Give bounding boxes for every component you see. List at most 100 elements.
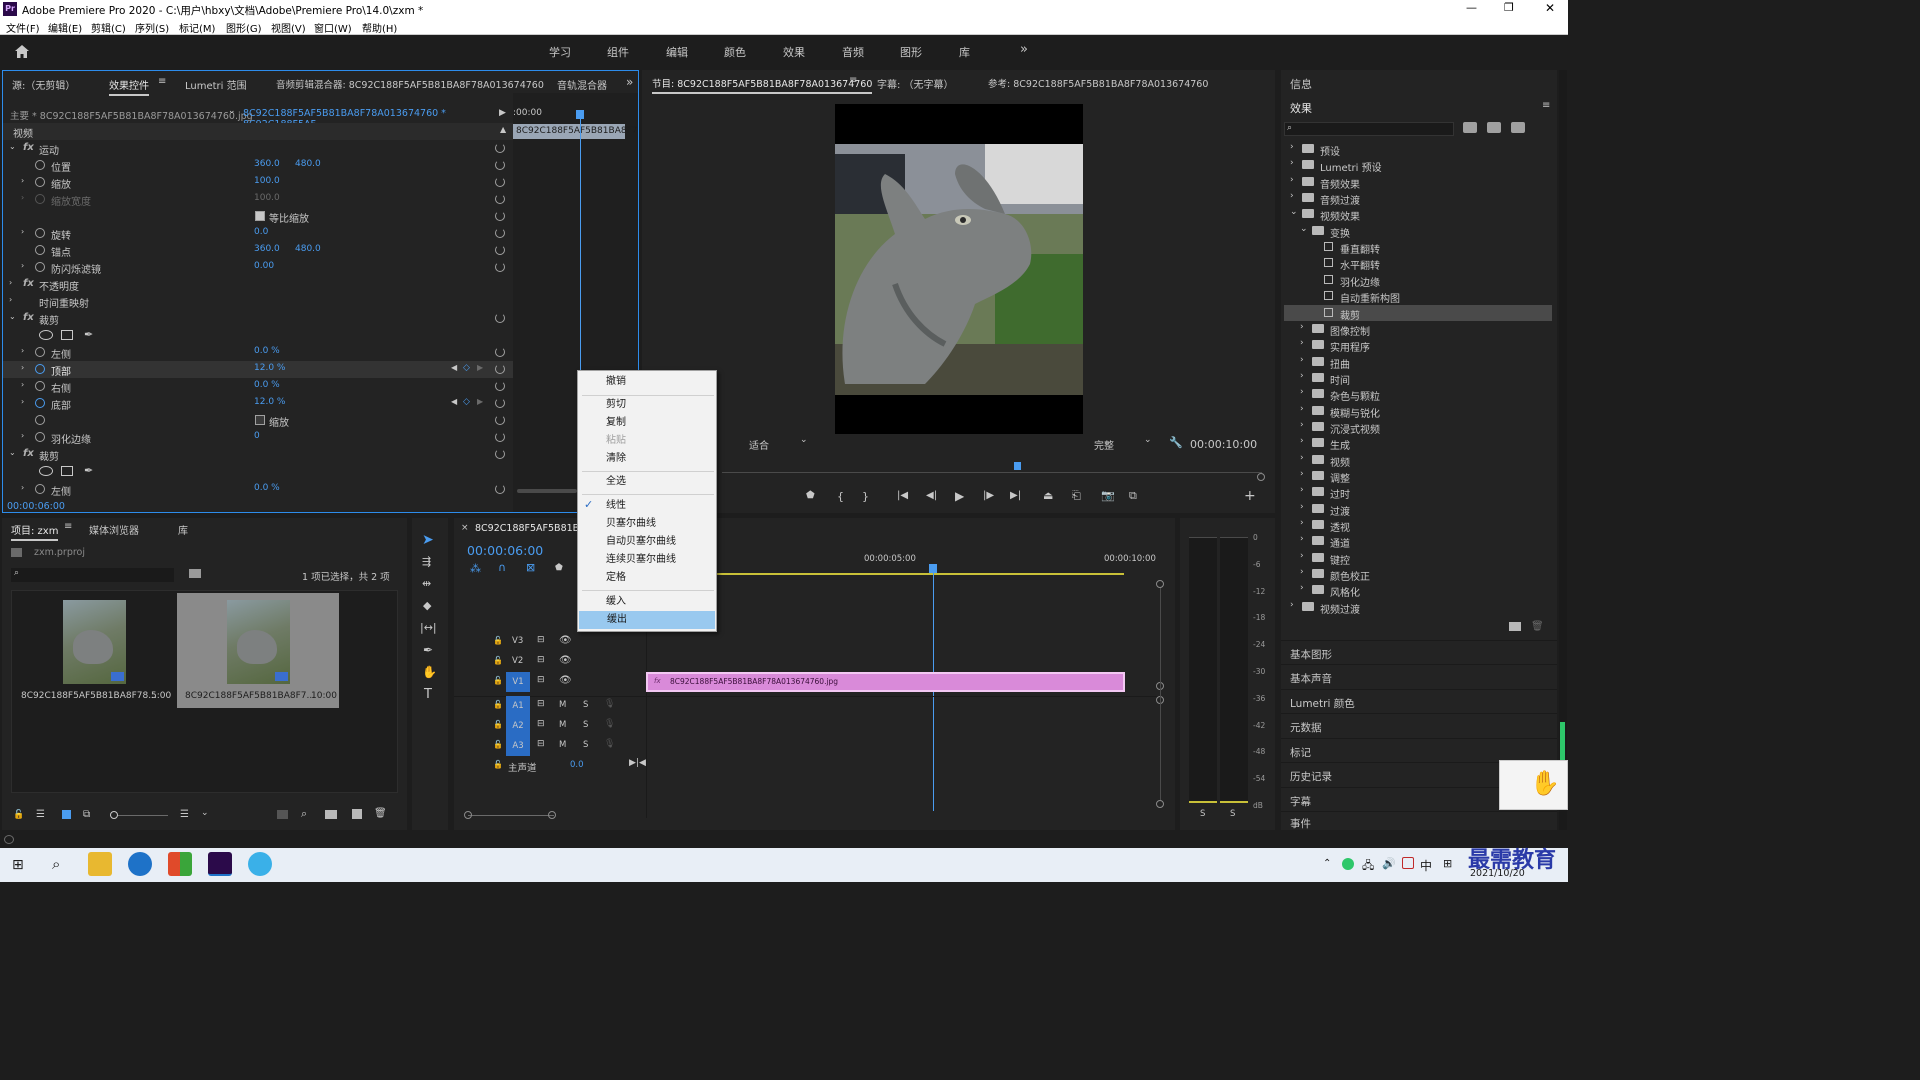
tab-libraries[interactable]: 库 <box>178 522 188 537</box>
flicker-row[interactable]: › 防闪烁滤镜 0.00 <box>3 259 513 276</box>
ime-indicator[interactable]: 中 <box>1420 857 1432 874</box>
workspace-effects[interactable]: 效果 <box>783 44 805 60</box>
rotation-row[interactable]: › 旋转 0.0 <box>3 225 513 242</box>
solo-button[interactable]: S <box>583 740 588 750</box>
position-y-value[interactable]: 480.0 <box>295 159 321 169</box>
crop2-left-row[interactable]: › 左侧 0.0 % <box>3 481 513 498</box>
tab-effect-controls[interactable]: 效果控件 <box>109 77 149 96</box>
32bit-effects-icon[interactable] <box>1487 122 1501 133</box>
chevron-right-icon[interactable]: › <box>1300 583 1304 593</box>
stopwatch-icon[interactable] <box>35 160 45 170</box>
ruler-end-handle[interactable] <box>1257 473 1265 481</box>
extract-icon[interactable]: ⎗ <box>1072 489 1081 503</box>
chevron-right-icon[interactable]: › <box>9 295 12 304</box>
menu-item-undo[interactable]: 撤销 <box>578 373 718 391</box>
ec-clip-bar[interactable]: 8C92C188F5AF5B81BA8F7 <box>513 124 637 139</box>
menu-help[interactable]: 帮助(H) <box>362 20 397 35</box>
time-remap-row[interactable]: › 时间重映射 <box>3 293 513 310</box>
windows-start-icon[interactable]: ⊞ <box>12 857 24 873</box>
rotation-value[interactable]: 0.0 <box>254 227 268 237</box>
chevron-right-icon[interactable]: › <box>1300 551 1304 561</box>
slip-tool-icon[interactable]: |↔| <box>420 621 437 634</box>
rectangle-mask-icon[interactable] <box>61 330 73 340</box>
right-scrollbar[interactable] <box>1559 70 1567 830</box>
automate-to-sequence-icon[interactable] <box>277 810 288 819</box>
effect-item[interactable]: 垂直翻转 <box>1284 239 1552 256</box>
hscroll-handle[interactable] <box>464 811 472 819</box>
menu-window[interactable]: 窗口(W) <box>314 20 352 35</box>
zoom-slider[interactable] <box>110 811 168 819</box>
section-events[interactable]: 事件 <box>1281 811 1557 830</box>
section-markers[interactable]: 标记 <box>1281 738 1557 762</box>
chevron-right-icon[interactable]: › <box>9 278 12 287</box>
trash-icon[interactable]: 🗑 <box>374 808 387 819</box>
add-marker-icon[interactable]: ⬟ <box>555 563 563 573</box>
stopwatch-icon[interactable] <box>35 415 45 425</box>
menu-item-continuous-bezier[interactable]: 连续贝塞尔曲线 <box>578 551 718 569</box>
volume-icon[interactable]: 🔊 <box>1382 857 1396 870</box>
minimize-button[interactable]: — <box>1466 1 1477 14</box>
prev-keyframe-icon[interactable]: ◀ <box>451 397 457 406</box>
search-icon[interactable]: ⌕ <box>52 855 60 873</box>
lock-icon[interactable]: 🔓 <box>493 636 503 645</box>
go-to-end-icon[interactable]: ▶|◀ <box>629 758 646 768</box>
effects-folder-item[interactable]: › 过渡 <box>1284 501 1552 518</box>
menu-item-copy[interactable]: 复制 <box>578 414 718 432</box>
maximize-button[interactable]: ❐ <box>1504 1 1514 14</box>
chevron-right-icon[interactable]: › <box>21 380 24 389</box>
workspace-libraries[interactable]: 库 <box>959 44 970 60</box>
stopwatch-icon[interactable] <box>35 398 45 408</box>
list-view-icon[interactable]: ☰ <box>36 809 45 820</box>
section-metadata[interactable]: 元数据 <box>1281 713 1557 737</box>
tab-reference[interactable]: 参考: 8C92C188F5AF5B81BA8F78A013674760 <box>988 76 1208 90</box>
microphone-icon[interactable]: 🎙 <box>604 719 615 729</box>
position-row[interactable]: 位置 360.0 480.0 <box>3 157 513 174</box>
step-forward-icon[interactable]: |▶ <box>983 490 994 501</box>
effects-folder-item[interactable]: › 音频过渡 <box>1284 190 1552 207</box>
tab-lumetri-scopes[interactable]: Lumetri 范围 <box>185 77 247 92</box>
hamburger-icon[interactable]: ≡ <box>158 76 166 87</box>
effects-search-input[interactable]: ⌕ <box>1284 122 1454 136</box>
chevron-right-icon[interactable]: › <box>1300 371 1304 381</box>
sort-icon[interactable]: ☰ <box>180 809 189 820</box>
chevron-right-icon[interactable]: › <box>1300 404 1304 414</box>
track-label[interactable]: V1 <box>506 672 530 692</box>
effect-item[interactable]: 羽化边缘 <box>1284 272 1552 289</box>
track-select-tool-icon[interactable]: ⇶ <box>422 555 431 568</box>
chevron-right-icon[interactable]: › <box>1290 175 1294 185</box>
selection-tool-icon[interactable]: ➤ <box>422 532 434 548</box>
reset-icon[interactable] <box>495 194 505 204</box>
go-to-in-icon[interactable]: |◀ <box>897 490 908 501</box>
crop-bottom-value[interactable]: 12.0 % <box>254 397 285 407</box>
tray-app-icon[interactable] <box>1342 858 1354 870</box>
crop2-row[interactable]: ⌄ fx 裁剪 <box>3 446 513 463</box>
solo-button[interactable]: S <box>583 720 588 730</box>
chevron-right-icon[interactable]: › <box>21 176 24 185</box>
fx-icon[interactable]: fx <box>23 448 34 459</box>
anchor-y-value[interactable]: 480.0 <box>295 244 321 254</box>
menu-edit[interactable]: 编辑(E) <box>48 20 82 35</box>
position-x-value[interactable]: 360.0 <box>254 159 280 169</box>
effects-folder-item[interactable]: ⌄ 变换 <box>1284 223 1552 240</box>
scale-value[interactable]: 100.0 <box>254 176 280 186</box>
menu-sequence[interactable]: 序列(S) <box>135 20 169 35</box>
hamburger-icon[interactable]: ≡ <box>849 75 857 86</box>
trash-icon[interactable]: 🗑 <box>1531 621 1544 632</box>
lock-icon[interactable]: 🔓 <box>493 720 503 729</box>
chevron-right-icon[interactable]: › <box>1300 436 1304 446</box>
master-volume[interactable]: 0.0 <box>570 760 584 770</box>
chevron-right-icon[interactable]: › <box>1290 191 1294 201</box>
chevron-right-icon[interactable]: › <box>1300 322 1304 332</box>
menu-item-ease-in[interactable]: 缓入 <box>578 593 718 611</box>
solo-right-button[interactable]: S <box>1230 809 1235 819</box>
reset-icon[interactable] <box>495 347 505 357</box>
effects-folder-item[interactable]: › 实用程序 <box>1284 337 1552 354</box>
reset-icon[interactable] <box>495 432 505 442</box>
tab-media-browser[interactable]: 媒体浏览器 <box>89 522 139 537</box>
track-label[interactable]: A3 <box>506 736 530 756</box>
menu-item-auto-bezier[interactable]: 自动贝塞尔曲线 <box>578 533 718 551</box>
tab-source[interactable]: 源:（无剪辑） <box>12 77 75 92</box>
program-time-ruler[interactable] <box>722 463 1262 473</box>
workspace-learn[interactable]: 学习 <box>549 44 571 60</box>
play-icon[interactable]: ▶ <box>955 489 964 503</box>
